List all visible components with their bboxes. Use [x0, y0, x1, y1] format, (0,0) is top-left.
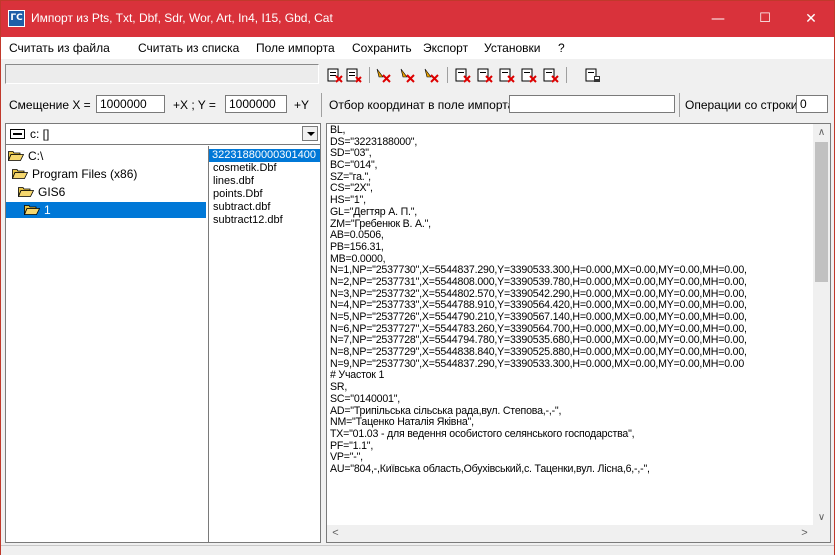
file-item[interactable]: cosmetik.Dbf: [213, 162, 277, 175]
export-icon-2[interactable]: [477, 67, 493, 83]
scroll-left-icon[interactable]: <: [327, 525, 344, 542]
directory-list[interactable]: C:\ Program Files (x86) GIS6 1: [6, 146, 206, 542]
content-line: N=5,NP="2537726",X=5544790.210,Y=3390567…: [330, 311, 747, 323]
toolbar-separator: [369, 67, 370, 83]
content-line: SZ="га.",: [330, 170, 371, 183]
content-line: AU="804,-,Київська область,Обухівський,с…: [330, 462, 650, 475]
content-line: SD="03",: [330, 147, 372, 160]
divider: [679, 93, 680, 117]
folder-open-icon: [24, 204, 40, 215]
select-coords-input[interactable]: [509, 95, 675, 113]
offset-x-input[interactable]: 1000000: [96, 95, 165, 113]
drive-value: c: []: [30, 127, 50, 141]
app-icon: ГС: [8, 10, 25, 27]
import-file-icon[interactable]: [327, 67, 343, 83]
content-line: AB=0.0506,: [330, 229, 384, 242]
directory-item[interactable]: Program Files (x86): [12, 166, 137, 182]
select-point-icon[interactable]: [375, 67, 391, 83]
close-button[interactable]: ✕: [789, 1, 833, 37]
content-line: N=2,NP="2537731",X=5544808.000,Y=3390539…: [330, 275, 747, 288]
scrollbar-corner: [813, 525, 830, 542]
status-bar: [1, 545, 834, 555]
content-line: SC="0140001",: [330, 392, 401, 405]
file-content-text[interactable]: BL, DS="3223188000", SD="03", BC="014", SZ="…: [330, 125, 812, 525]
export-icon-3[interactable]: [499, 67, 515, 83]
offset-y-suffix: +Y: [294, 98, 310, 112]
content-line: PF="1.1",: [330, 439, 374, 452]
toolbar: [1, 59, 834, 91]
file-list[interactable]: 32231880000301400 cosmetik.Dbf lines.dbf…: [208, 146, 320, 542]
drive-icon: [10, 129, 25, 139]
directory-item[interactable]: C:\: [8, 148, 43, 164]
minimize-button[interactable]: —: [696, 1, 740, 37]
menu-import-field[interactable]: Поле импорта: [256, 41, 335, 55]
toolbar-separator: [566, 67, 567, 83]
file-content-panel[interactable]: BL, DS="3223188000", SD="03", BC="014", SZ="…: [326, 123, 831, 543]
file-browser: c: [] C:\ Program Files (x86) GIS6 1 322…: [5, 123, 321, 543]
select-point-add-icon[interactable]: [399, 67, 415, 83]
select-point-remove-icon[interactable]: [423, 67, 439, 83]
import-window: ГС Импорт из Pts, Txt, Dbf, Sdr, Wor, Ar…: [0, 0, 835, 555]
maximize-button[interactable]: ☐: [743, 1, 787, 37]
coordinates-bar: Смещение X = 1000000 +X ; Y = 1000000 +Y…: [1, 93, 834, 117]
directory-item-selected[interactable]: 1: [6, 202, 206, 218]
file-item[interactable]: lines.dbf: [213, 175, 254, 188]
file-item[interactable]: subtract.dbf: [213, 201, 270, 214]
directory-name: 1: [44, 203, 51, 217]
scroll-right-icon[interactable]: >: [796, 525, 813, 542]
menu-help[interactable]: ?: [558, 41, 565, 55]
content-line: ZM="Гребенюк В. А.",: [330, 217, 431, 230]
content-line: BL,: [330, 125, 346, 136]
menu-read-list[interactable]: Считать из списка: [138, 41, 239, 55]
offset-y-input[interactable]: 1000000: [225, 95, 287, 113]
operations-label: Операции со строки: [685, 98, 798, 112]
directory-item[interactable]: GIS6: [18, 184, 65, 200]
export-icon-5[interactable]: [543, 67, 559, 83]
folder-open-icon: [12, 168, 28, 179]
content-line: SR,: [330, 381, 348, 394]
scroll-down-icon[interactable]: ∨: [813, 509, 830, 526]
import-list-icon[interactable]: [346, 67, 362, 83]
offset-label: Смещение X =: [9, 98, 91, 112]
content-line: # Участок 1: [330, 369, 385, 382]
file-item-selected[interactable]: 32231880000301400: [209, 149, 320, 162]
menu-save[interactable]: Сохранить: [352, 41, 412, 55]
folder-open-icon: [18, 186, 34, 197]
horizontal-scrollbar[interactable]: < >: [327, 525, 813, 542]
toolbar-separator: [447, 67, 448, 83]
vertical-scrollbar[interactable]: ∧ ∨: [813, 124, 830, 526]
toolbar-status-field: [5, 64, 319, 84]
select-coords-label: Отбор координат в поле импорта: [329, 98, 515, 112]
export-icon-4[interactable]: [521, 67, 537, 83]
menu-read-file[interactable]: Считать из файла: [9, 41, 110, 55]
content-line: TX="01.03 - для ведення особистого селян…: [330, 427, 635, 440]
window-title: Импорт из Pts, Txt, Dbf, Sdr, Wor, Art, …: [31, 11, 333, 25]
operations-input[interactable]: 0: [796, 95, 828, 113]
content-line: PB=156.31,: [330, 240, 384, 253]
directory-name: Program Files (x86): [32, 167, 138, 181]
folder-open-icon: [8, 150, 24, 161]
content-line: GL="Дегтяр А. П.",: [330, 205, 418, 218]
menu-settings[interactable]: Установки: [484, 41, 540, 55]
content-line: CS="2X",: [330, 182, 373, 195]
export-icon-1[interactable]: [455, 67, 471, 83]
content-line: N=9,NP="2537730",X=5544837.290,Y=3390533…: [330, 357, 745, 370]
menu-bar: Считать из файла Считать из списка Поле …: [1, 37, 834, 59]
scroll-up-icon[interactable]: ∧: [813, 124, 830, 141]
title-bar: ГС Импорт из Pts, Txt, Dbf, Sdr, Wor, Ar…: [1, 1, 834, 37]
divider: [321, 93, 322, 117]
offset-x-suffix: +X ; Y =: [173, 98, 216, 112]
directory-name: GIS6: [38, 185, 66, 199]
content-line: N=8,NP="2537729",X=5544838.840,Y=3390525…: [330, 346, 747, 359]
drive-select[interactable]: c: []: [6, 124, 320, 145]
menu-export[interactable]: Экспорт: [423, 41, 468, 55]
content-line: BC="014",: [330, 159, 378, 172]
file-item[interactable]: points.Dbf: [213, 188, 263, 201]
chevron-down-icon[interactable]: [302, 126, 318, 141]
directory-name: C:\: [28, 149, 44, 163]
content-line: DS="3223188000",: [330, 135, 418, 148]
file-item[interactable]: subtract12.dbf: [213, 214, 283, 227]
save-icon[interactable]: [585, 67, 601, 83]
scroll-thumb[interactable]: [815, 142, 828, 282]
